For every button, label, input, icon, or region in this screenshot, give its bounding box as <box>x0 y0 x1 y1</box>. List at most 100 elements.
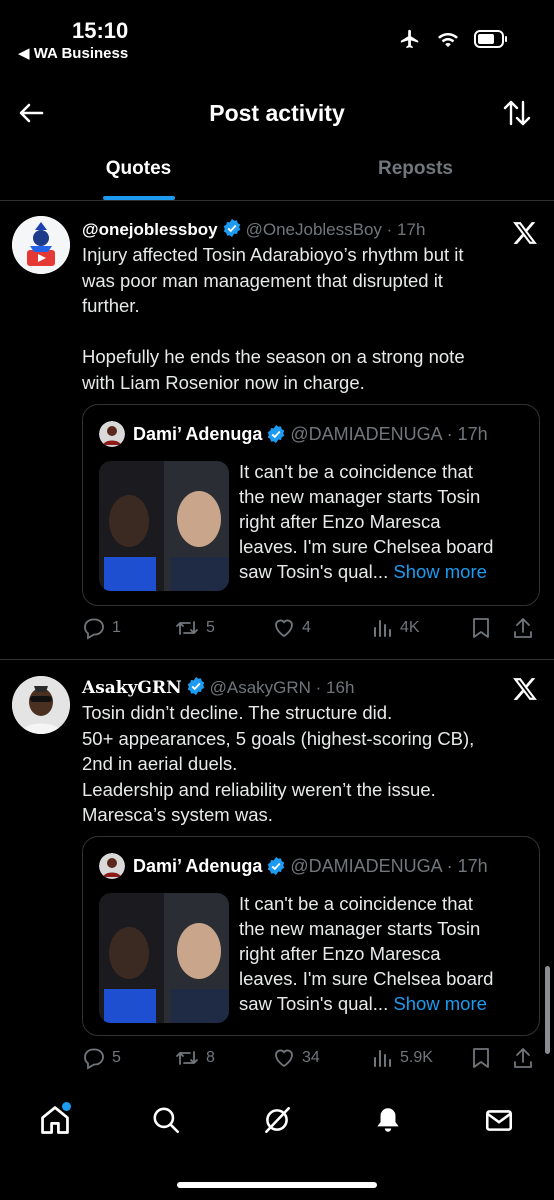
battery-icon <box>474 30 507 48</box>
quoted-author-name: Dami’ Adenuga <box>133 423 263 444</box>
author-handle: @OneJoblessBoy · 17h <box>245 220 426 239</box>
quoted-truncated: saw Tosin's qual... <box>239 993 389 1014</box>
like-count: 34 <box>302 1049 320 1066</box>
share-icon <box>514 618 532 638</box>
quoted-line-last: saw Tosin's qual... Show more <box>239 559 529 584</box>
repost-button[interactable]: 5 <box>174 616 272 640</box>
quoted-author-handle: @DAMIADENUGA · 17h <box>290 855 488 876</box>
sort-button[interactable] <box>502 98 532 133</box>
reply-icon <box>84 618 104 640</box>
reply-button[interactable]: 1 <box>82 616 174 640</box>
reply-icon <box>84 1048 104 1070</box>
view-count: 5.9K <box>400 1049 433 1066</box>
nav-home[interactable] <box>35 1100 75 1140</box>
sort-arrows-icon <box>503 100 531 126</box>
quoted-avatar <box>99 853 125 879</box>
quoted-post[interactable]: Dami’ Adenuga @DAMIADENUGA · 17h It can't… <box>82 836 540 1036</box>
quoted-line: leaves. I'm sure Chelsea board <box>239 536 494 557</box>
avatar[interactable] <box>12 216 70 274</box>
page-title: Post activity <box>209 100 345 126</box>
scrollbar[interactable] <box>545 966 550 1054</box>
quoted-text: It can't be a coincidence that the new m… <box>239 459 529 584</box>
bell-icon <box>377 1108 399 1132</box>
author-name[interactable]: AsakyGRN <box>82 678 182 698</box>
quoted-line: leaves. I'm sure Chelsea board <box>239 968 494 989</box>
nav-notifications[interactable] <box>368 1100 408 1140</box>
search-icon <box>153 1107 180 1134</box>
nav-grok[interactable] <box>257 1100 297 1140</box>
post-line <box>82 319 532 345</box>
top-header: Post activity <box>0 84 554 144</box>
repost-count: 5 <box>206 619 215 636</box>
post-body: Tosin didn’t decline. The structure did.… <box>82 700 532 828</box>
airplane-icon <box>400 29 419 49</box>
author-handle: @AsakyGRN · 16h <box>209 678 355 697</box>
repost-count: 8 <box>206 1049 215 1066</box>
envelope-icon <box>485 1110 512 1131</box>
like-count: 4 <box>302 619 311 636</box>
post-line: with Liam Rosenior now in charge. <box>82 371 365 393</box>
avatar[interactable] <box>12 676 70 734</box>
repost-button[interactable]: 8 <box>174 1046 272 1070</box>
reply-button[interactable]: 5 <box>82 1046 174 1070</box>
post-line: Maresca’s system was. <box>82 804 273 825</box>
status-icons <box>398 28 508 50</box>
post-line: 2nd in aerial duels. <box>82 753 238 774</box>
quoted-author-handle: @DAMIADENUGA · 17h <box>290 423 488 444</box>
author-name[interactable]: @onejoblessboy <box>82 220 218 239</box>
show-more-link[interactable]: Show more <box>393 993 487 1014</box>
nav-messages[interactable] <box>479 1100 519 1140</box>
view-count: 4K <box>400 619 420 636</box>
repost-icon <box>176 621 198 635</box>
bookmark-button[interactable] <box>470 1046 512 1070</box>
reply-count: 1 <box>112 619 121 636</box>
status-bar: 15:10 ◀ WA Business <box>0 0 554 70</box>
home-indicator[interactable] <box>177 1182 377 1188</box>
post-line: Leadership and reliability weren’t the i… <box>82 778 436 800</box>
quoted-image[interactable] <box>99 893 229 1023</box>
quoted-author-name: Dami’ Adenuga <box>133 855 263 876</box>
like-button[interactable]: 4 <box>272 616 370 640</box>
heart-icon <box>275 1049 293 1068</box>
post-1[interactable]: @onejoblessboy @OneJoblessBoy · 17h Injur… <box>0 202 554 660</box>
bottom-nav <box>0 1082 554 1200</box>
verified-badge-icon <box>223 218 240 238</box>
views-button[interactable]: 5.9K <box>370 1046 470 1070</box>
reply-count: 5 <box>112 1049 121 1066</box>
quoted-line: It can't be a coincidence that <box>239 893 473 914</box>
post-header: AsakyGRN @AsakyGRN · 16h <box>82 676 354 698</box>
verified-badge-icon <box>268 856 285 876</box>
like-button[interactable]: 34 <box>272 1046 370 1070</box>
verified-badge-icon <box>268 424 285 444</box>
bookmark-icon <box>473 1048 489 1068</box>
quoted-line: the new manager starts Tosin <box>239 486 481 507</box>
post-line: 50+ appearances, 5 goals (highest-scorin… <box>82 727 475 749</box>
post-body: Injury affected Tosin Adarabioyo’s rhyth… <box>82 242 532 395</box>
tab-reposts[interactable]: Reposts <box>277 146 554 200</box>
show-more-link[interactable]: Show more <box>393 561 487 582</box>
wifi-icon <box>438 33 458 47</box>
views-button[interactable]: 4K <box>370 616 470 640</box>
share-button[interactable] <box>512 616 534 640</box>
back-to-app-link[interactable]: ◀ WA Business <box>18 44 128 62</box>
tab-bar: Quotes Reposts <box>0 146 554 201</box>
active-tab-indicator <box>102 196 175 200</box>
heart-icon <box>275 619 293 638</box>
verified-badge-icon <box>187 676 204 696</box>
post-line: Tosin didn’t decline. The structure did. <box>82 702 393 723</box>
tab-quotes-label: Quotes <box>105 158 172 179</box>
nav-search[interactable] <box>146 1100 186 1140</box>
quoted-header: Dami’ Adenuga @DAMIADENUGA · 17h <box>99 421 488 447</box>
post-line: was poor man management that disrupted i… <box>82 269 443 291</box>
share-button[interactable] <box>512 1046 534 1070</box>
post-line: Hopefully he ends the season on a strong… <box>82 346 465 367</box>
post-line: further. <box>82 295 140 316</box>
views-chart-icon <box>374 1050 391 1067</box>
quoted-image[interactable] <box>99 461 229 591</box>
quoted-text: It can't be a coincidence that the new m… <box>239 891 529 1016</box>
repost-icon <box>176 1051 198 1065</box>
post-2[interactable]: AsakyGRN @AsakyGRN · 16h Tosin didn’t dec… <box>0 660 554 1082</box>
bookmark-button[interactable] <box>470 616 512 640</box>
tab-quotes[interactable]: Quotes <box>0 146 277 200</box>
quoted-post[interactable]: Dami’ Adenuga @DAMIADENUGA · 17h It can't… <box>82 404 540 606</box>
